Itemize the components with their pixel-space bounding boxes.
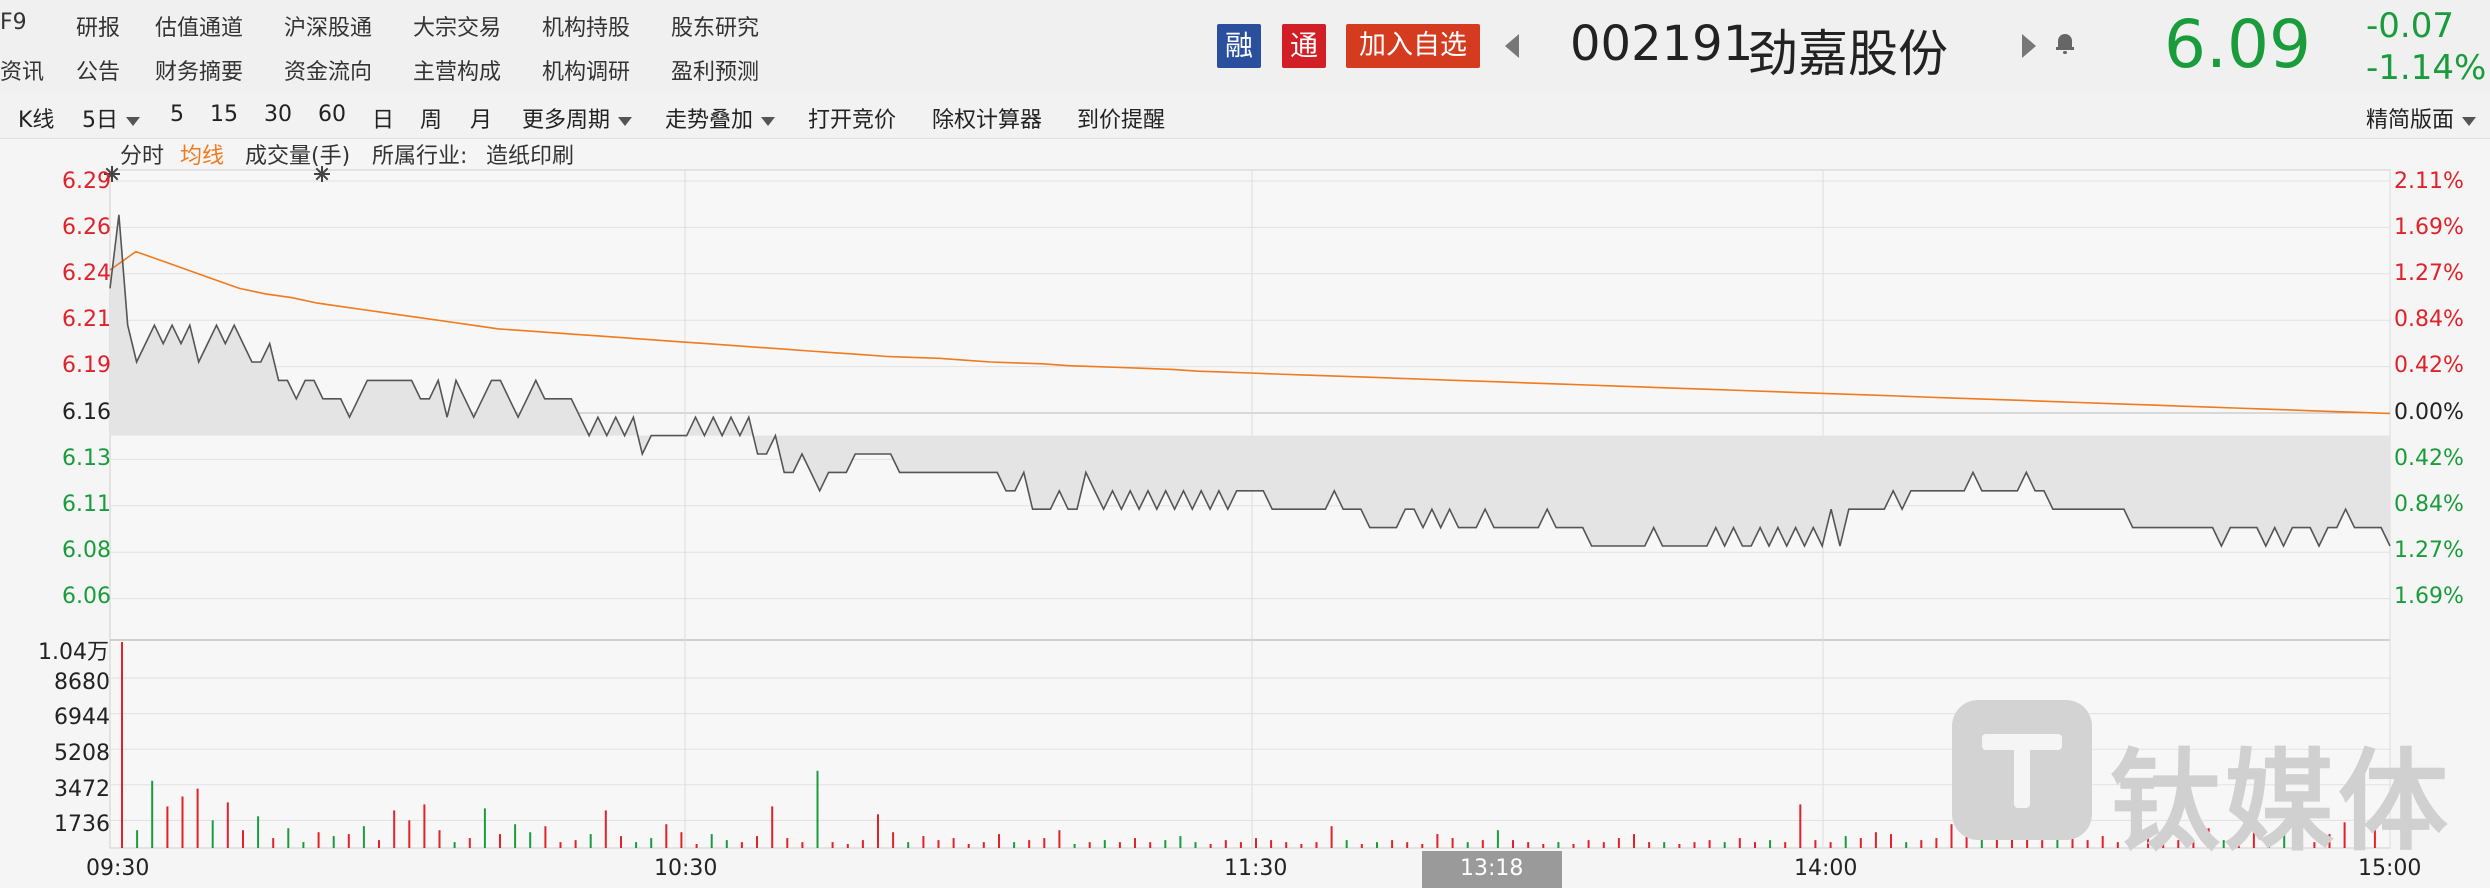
price-tick: 6.13	[62, 446, 111, 471]
price-tick: 6.11	[62, 492, 111, 517]
price-tick: 6.19	[62, 353, 111, 378]
pct-tick: 2.11%	[2394, 169, 2464, 194]
volume-tick: 1736	[54, 812, 110, 837]
watermark-text: 钛媒体	[2110, 738, 2452, 866]
pct-tick: 1.27%	[2394, 538, 2464, 563]
price-tick: 6.26	[62, 215, 111, 240]
volume-tick: 5208	[54, 741, 110, 766]
volume-tick: 3472	[54, 777, 110, 802]
price-tick: 6.08	[62, 538, 111, 563]
price-tick: 6.24	[62, 261, 111, 286]
pct-tick: 1.69%	[2394, 215, 2464, 240]
time-tick: 14:00	[1794, 856, 1858, 881]
pct-tick: 0.42%	[2394, 353, 2464, 378]
volume-tick: 6944	[54, 705, 110, 730]
price-tick: 6.29	[62, 169, 111, 194]
tmtpost-logo-icon	[1952, 700, 2092, 840]
crosshair-time-label: 13:18	[1460, 856, 1524, 881]
volume-tick: 8680	[54, 670, 110, 695]
price-tick: 6.16	[62, 400, 111, 425]
pct-tick: 0.84%	[2394, 492, 2464, 517]
pct-tick: 0.42%	[2394, 446, 2464, 471]
volume-tick: 1.04万	[38, 640, 109, 665]
time-tick: 09:30	[86, 856, 150, 881]
pct-tick: 1.69%	[2394, 584, 2464, 609]
price-tick: 6.06	[62, 584, 111, 609]
time-tick: 11:30	[1224, 856, 1288, 881]
pct-tick: 0.84%	[2394, 307, 2464, 332]
time-tick: 10:30	[654, 856, 718, 881]
pct-tick: 1.27%	[2394, 261, 2464, 286]
price-tick: 6.21	[62, 307, 111, 332]
pct-tick: 0.00%	[2394, 400, 2464, 425]
